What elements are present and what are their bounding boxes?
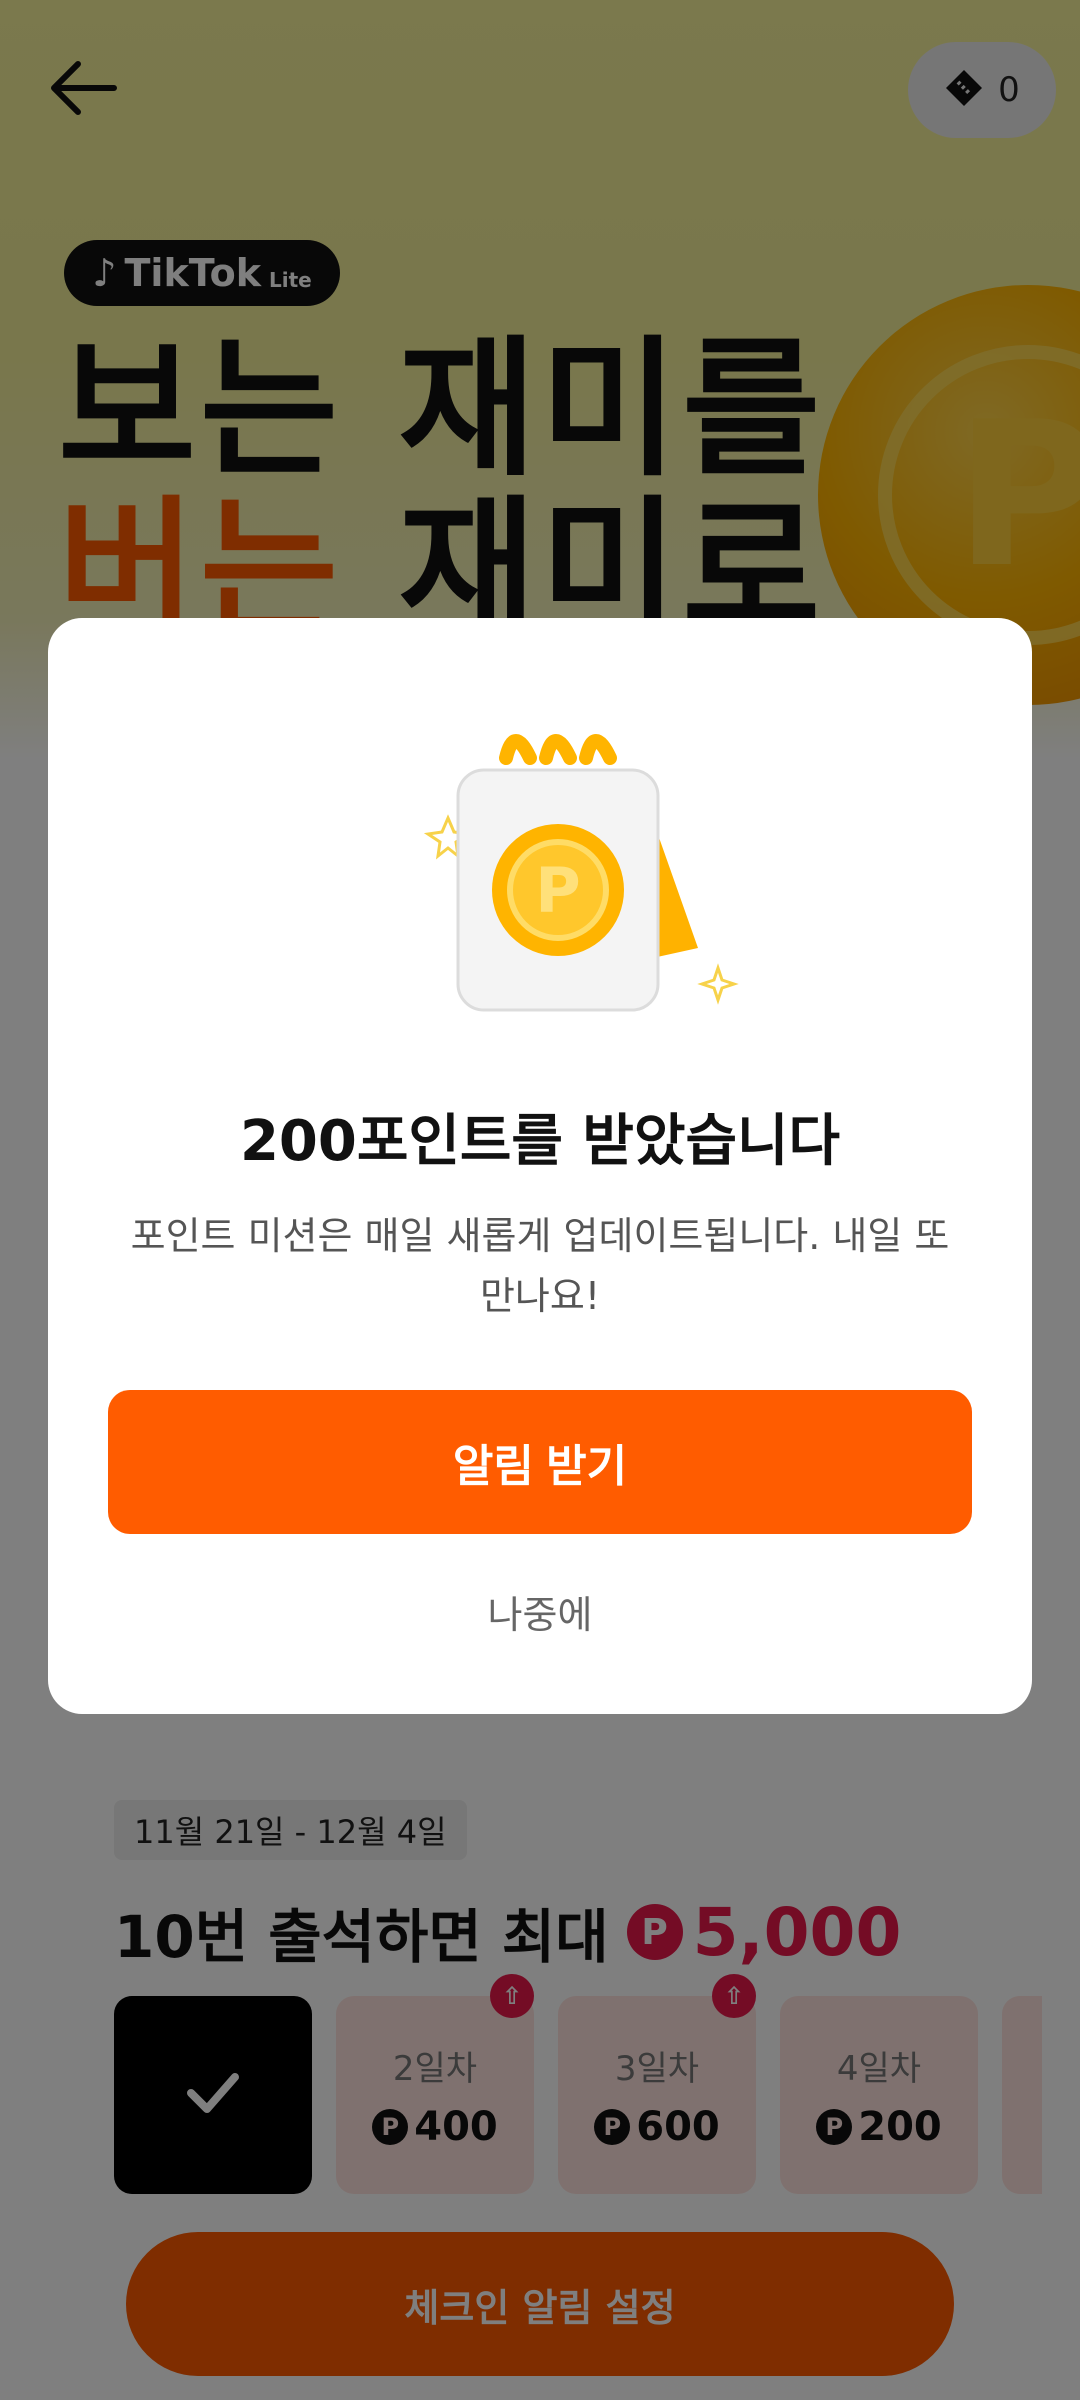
dialog-title: 200포인트를 받았습니다 bbox=[239, 1109, 841, 1174]
coin-letter: P bbox=[535, 854, 580, 927]
dialog-description: 포인트 미션은 매일 새롭게 업데이트됩니다. 내일 또 만나요! bbox=[130, 1214, 950, 1318]
reward-dialog: P 200포인트를 받았습니다 포인트 미션은 매일 새롭게 업데이트됩니다. … bbox=[48, 618, 1032, 1714]
later-button[interactable]: 나중에 bbox=[48, 1584, 1032, 1639]
calendar-coin-icon: P bbox=[398, 708, 758, 1028]
get-notifications-button[interactable]: 알림 받기 bbox=[108, 1390, 972, 1534]
